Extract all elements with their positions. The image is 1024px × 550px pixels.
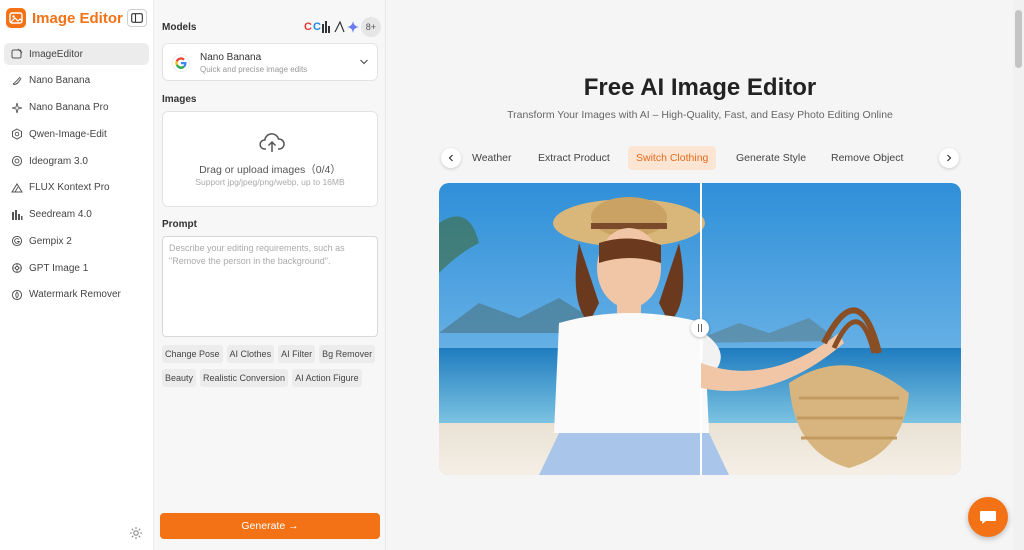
settings-button[interactable] [129,526,143,540]
image-editor-logo-icon [6,8,26,28]
gempix-icon [11,236,23,247]
tab-generate-style[interactable]: Generate Style [728,146,814,170]
chip-bg-remover[interactable]: Bg Remover [319,345,376,363]
sidebar-item-flux-kontext-pro[interactable]: FLUX Kontext Pro [4,177,149,199]
sidebar-item-seedream[interactable]: Seedream 4.0 [4,204,149,226]
prompt-suggestions: Change Pose AI Clothes AI Filter Bg Remo… [162,345,382,393]
generate-button[interactable]: Generate → [160,513,380,539]
sidebar-item-label: Seedream 4.0 [29,209,92,220]
sidebar-item-label: Nano Banana [29,75,91,87]
model-logo-icon: C [312,21,321,33]
sidebar-item-qwen-image-edit[interactable]: Qwen-Image-Edit [4,123,149,145]
sidebar-item-label: Gempix 2 [29,235,72,247]
sidebar-item-label: FLUX Kontext Pro [29,182,110,194]
compare-slider-handle[interactable] [691,319,709,337]
sidebar: Image Editor ImageEditor Nano Banana Nan… [0,0,154,550]
chip-ai-filter[interactable]: AI Filter [278,345,316,363]
main-content: Free AI Image Editor Transform Your Imag… [387,0,1013,550]
chip-beauty[interactable]: Beauty [162,369,197,387]
sidebar-item-gempix[interactable]: Gempix 2 [4,230,149,252]
image-upload-dropzone[interactable]: Drag or upload images（0/4） Support jpg/j… [162,111,378,207]
sidebar-item-label: Nano Banana Pro [29,102,109,113]
chip-ai-action-figure[interactable]: AI Action Figure [292,369,362,387]
prompt-label: Prompt [162,219,197,230]
sidebar-item-ideogram[interactable]: Ideogram 3.0 [4,150,149,172]
images-label: Images [162,94,197,105]
qwen-icon [12,128,22,140]
sidebar-item-imageeditor[interactable]: ImageEditor [4,43,149,65]
tabs-prev-button[interactable] [441,148,461,168]
openai-icon [12,263,22,273]
chevron-right-icon [947,154,952,162]
tab-extract-product[interactable]: Extract Product [530,146,618,170]
drag-handle-icon [698,324,702,332]
model-select[interactable]: Nano Banana Quick and precise image edit… [162,43,378,81]
more-models-badge[interactable]: 8+ [360,17,381,37]
scrollbar-thumb[interactable] [1015,10,1022,68]
seedream-icon [12,209,23,220]
sidebar-item-label: Qwen-Image-Edit [29,128,107,140]
flux-logo-icon [334,21,345,33]
upload-subtitle: Support jpg/jpeg/png/webp, up to 16MB [195,177,345,187]
models-label: Models [162,22,197,33]
upload-title: Drag or upload images（0/4） [199,164,341,176]
page-scrollbar[interactable] [1013,0,1024,550]
chip-ai-clothes[interactable]: AI Clothes [226,345,275,363]
page-title: Free AI Image Editor [583,74,817,101]
seedream-logo-icon [321,21,330,33]
tabs-next-button[interactable] [939,148,959,168]
selected-model-description: Quick and precise image edits [200,65,308,74]
sidebar-toggle-icon [131,13,143,23]
image-edit-icon [11,48,23,59]
gemini-logo-icon [346,21,359,33]
collapse-sidebar-button[interactable] [127,9,147,27]
watermark-icon [11,289,23,300]
sidebar-item-nano-banana-pro[interactable]: Nano Banana Pro [4,97,149,119]
sidebar-item-label: Watermark Remover [29,289,121,301]
sidebar-item-label: Ideogram 3.0 [29,155,88,167]
brand-name: Image Editor [32,9,123,27]
chevron-left-icon [448,154,453,162]
sidebar-item-gpt-image[interactable]: GPT Image 1 [4,257,149,279]
cloud-upload-icon [259,133,285,152]
ideogram-icon [11,155,23,167]
selected-model-name: Nano Banana [200,52,262,63]
before-after-comparison[interactable] [439,183,961,475]
model-icons[interactable]: C C 8+ [304,17,381,37]
chat-bubble-icon [980,511,996,524]
chat-button[interactable] [968,497,1008,537]
flux-icon [11,182,23,193]
sparkle-icon [11,102,23,113]
tab-switch-clothing[interactable]: Switch Clothing [628,146,717,170]
sidebar-nav: ImageEditor Nano Banana Nano Banana Pro … [4,43,149,311]
sidebar-item-label: ImageEditor [29,48,83,60]
brand[interactable]: Image Editor [6,8,123,28]
banana-icon [12,76,22,85]
tab-weather[interactable]: Weather [464,146,520,170]
chevron-down-icon [360,59,368,65]
suggestion-row: Beauty Realistic Conversion AI Action Fi… [162,369,382,387]
chip-realistic-conversion[interactable]: Realistic Conversion [200,369,289,387]
suggestion-row: Change Pose AI Clothes AI Filter Bg Remo… [162,345,382,363]
sidebar-item-label: GPT Image 1 [29,262,89,274]
model-logo-icon: C [304,21,312,33]
chip-change-pose[interactable]: Change Pose [162,345,223,363]
sidebar-item-nano-banana[interactable]: Nano Banana [4,70,149,92]
prompt-input[interactable] [162,236,378,337]
feature-tabs: Weather Extract Product Switch Clothing … [441,146,959,170]
tab-remove-object[interactable]: Remove Object [823,146,911,170]
settings-panel: Models C C 8+ Nano Banana Quick and prec… [154,0,386,550]
gear-icon [130,527,142,539]
page-subtitle: Transform Your Images with AI – High-Qua… [507,109,893,121]
sidebar-item-watermark-remover[interactable]: Watermark Remover [4,284,149,306]
google-logo-icon [172,54,190,72]
